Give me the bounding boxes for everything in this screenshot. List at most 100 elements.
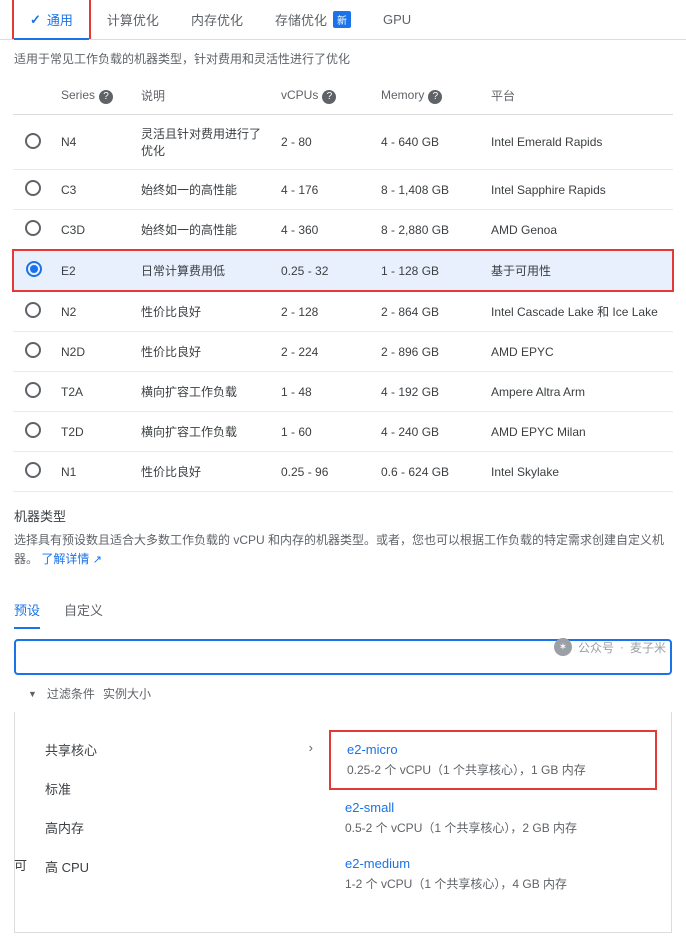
cell-description: 日常计算费用低 [133, 250, 273, 291]
cell-series: N2 [53, 291, 133, 332]
learn-more-link[interactable]: 了解详情 ↗ [41, 552, 102, 566]
radio-button[interactable] [25, 382, 41, 398]
filter-row: 过滤条件 实例大小 [0, 675, 686, 712]
cell-description: 性价比良好 [133, 452, 273, 492]
option-name: e2-micro [347, 742, 639, 757]
category-list: 共享核心› 标准 高内存 高 CPU [29, 720, 329, 912]
cell-vcpus: 0.25 - 96 [273, 452, 373, 492]
chevron-right-icon: › [309, 740, 313, 755]
cell-description: 横向扩容工作负载 [133, 412, 273, 452]
tab-compute-optimized[interactable]: 计算优化 [91, 0, 175, 39]
external-link-icon: ↗ [93, 554, 102, 566]
cell-vcpus: 1 - 48 [273, 372, 373, 412]
cell-platform: Intel Cascade Lake 和 Ice Lake [483, 291, 673, 332]
option-spec: 1-2 个 vCPU（1 个共享核心），4 GB 内存 [345, 875, 641, 892]
cell-platform: AMD EPYC [483, 332, 673, 372]
table-row[interactable]: N1性价比良好0.25 - 960.6 - 624 GBIntel Skylak… [13, 452, 673, 492]
tab-memory-optimized[interactable]: 内存优化 [175, 0, 259, 39]
table-row[interactable]: N2D性价比良好2 - 2242 - 896 GBAMD EPYC [13, 332, 673, 372]
check-icon: ✓ [30, 12, 41, 28]
radio-button[interactable] [25, 342, 41, 358]
cell-memory: 4 - 640 GB [373, 115, 483, 170]
header-vcpus: vCPUs? [273, 77, 373, 115]
table-row[interactable]: C3始终如一的高性能4 - 1768 - 1,408 GBIntel Sapph… [13, 170, 673, 210]
cell-memory: 4 - 240 GB [373, 412, 483, 452]
machine-option[interactable]: e2-medium 1-2 个 vCPU（1 个共享核心），4 GB 内存 [329, 846, 657, 902]
cell-series: N4 [53, 115, 133, 170]
tab-general[interactable]: ✓ 通用 [12, 0, 91, 39]
help-icon[interactable]: ? [428, 90, 442, 104]
table-row[interactable]: N2性价比良好2 - 1282 - 864 GBIntel Cascade La… [13, 291, 673, 332]
table-row[interactable]: N4灵活且针对费用进行了优化2 - 804 - 640 GBIntel Emer… [13, 115, 673, 170]
machine-type-section: 机器类型 选择具有预设数且适合大多数工作负载的 vCPU 和内存的机器类型。或者… [0, 492, 686, 584]
new-badge: 新 [333, 11, 351, 28]
table-row[interactable]: E2日常计算费用低0.25 - 321 - 128 GB基于可用性 [13, 250, 673, 291]
header-platform: 平台 [483, 77, 673, 115]
cell-memory: 2 - 864 GB [373, 291, 483, 332]
cell-memory: 8 - 1,408 GB [373, 170, 483, 210]
category-standard[interactable]: 标准 [29, 769, 329, 808]
header-memory: Memory? [373, 77, 483, 115]
table-row[interactable]: T2D横向扩容工作负载1 - 604 - 240 GBAMD EPYC Mila… [13, 412, 673, 452]
radio-button[interactable] [25, 422, 41, 438]
wechat-icon: ✶ [554, 638, 572, 656]
category-highmem[interactable]: 高内存 [29, 808, 329, 847]
cell-series: T2D [53, 412, 133, 452]
help-icon[interactable]: ? [322, 90, 336, 104]
machine-type-description: 选择具有预设数且适合大多数工作负载的 vCPU 和内存的机器类型。或者，您也可以… [14, 531, 672, 570]
subtab-custom[interactable]: 自定义 [64, 592, 103, 629]
machine-option[interactable]: e2-micro0.25-2 个 vCPU（1 个共享核心），1 GB 内存 [329, 730, 657, 790]
cell-platform: 基于可用性 [483, 250, 673, 291]
machine-option[interactable]: e2-small0.5-2 个 vCPU（1 个共享核心），2 GB 内存 [329, 790, 657, 846]
radio-button[interactable] [25, 302, 41, 318]
cell-series: E2 [53, 250, 133, 291]
category-highcpu[interactable]: 高 CPU [29, 847, 329, 886]
cell-memory: 2 - 896 GB [373, 332, 483, 372]
cell-vcpus: 1 - 60 [273, 412, 373, 452]
cell-series: C3 [53, 170, 133, 210]
header-description: 说明 [133, 77, 273, 115]
cell-series: N2D [53, 332, 133, 372]
cell-vcpus: 0.25 - 32 [273, 250, 373, 291]
cell-platform: AMD Genoa [483, 210, 673, 251]
cell-description: 始终如一的高性能 [133, 170, 273, 210]
cell-vcpus: 4 - 176 [273, 170, 373, 210]
table-row[interactable]: T2A横向扩容工作负载1 - 484 - 192 GBAmpere Altra … [13, 372, 673, 412]
subtab-preset[interactable]: 预设 [14, 592, 40, 629]
radio-button[interactable] [25, 220, 41, 236]
cell-platform: Intel Emerald Rapids [483, 115, 673, 170]
cell-vcpus: 2 - 80 [273, 115, 373, 170]
machine-type-title: 机器类型 [14, 506, 672, 525]
radio-button[interactable] [25, 462, 41, 478]
radio-button[interactable] [26, 261, 42, 277]
option-name: e2-small [345, 800, 641, 815]
cell-memory: 4 - 192 GB [373, 372, 483, 412]
option-name: e2-medium [345, 856, 641, 871]
category-shared-core[interactable]: 共享核心› [29, 730, 329, 769]
cell-description: 灵活且针对费用进行了优化 [133, 115, 273, 170]
tab-gpu[interactable]: GPU [367, 0, 427, 39]
filter-value: 实例大小 [103, 685, 151, 702]
watermark: ✶ 公众号 · 麦子米 [554, 638, 666, 656]
category-description: 适用于常见工作负载的机器类型，针对费用和灵活性进行了优化 [0, 40, 686, 77]
radio-button[interactable] [25, 180, 41, 196]
help-icon[interactable]: ? [99, 90, 113, 104]
truncated-label: 可 [14, 855, 27, 874]
radio-button[interactable] [25, 133, 41, 149]
filter-label: 过滤条件 [47, 685, 95, 702]
category-tabs: ✓ 通用 计算优化 内存优化 存储优化 新 GPU [0, 0, 686, 40]
header-series: Series? [53, 77, 133, 115]
cell-series: N1 [53, 452, 133, 492]
table-row[interactable]: C3D始终如一的高性能4 - 3608 - 2,880 GBAMD Genoa [13, 210, 673, 251]
cell-vcpus: 4 - 360 [273, 210, 373, 251]
tab-label: 通用 [47, 10, 73, 29]
cell-description: 始终如一的高性能 [133, 210, 273, 251]
tab-storage-optimized[interactable]: 存储优化 新 [259, 0, 367, 39]
machine-options: e2-micro0.25-2 个 vCPU（1 个共享核心），1 GB 内存e2… [329, 720, 657, 912]
cell-series: T2A [53, 372, 133, 412]
cell-series: C3D [53, 210, 133, 251]
cell-vcpus: 2 - 224 [273, 332, 373, 372]
cell-memory: 0.6 - 624 GB [373, 452, 483, 492]
cell-platform: Intel Sapphire Rapids [483, 170, 673, 210]
cell-description: 横向扩容工作负载 [133, 372, 273, 412]
